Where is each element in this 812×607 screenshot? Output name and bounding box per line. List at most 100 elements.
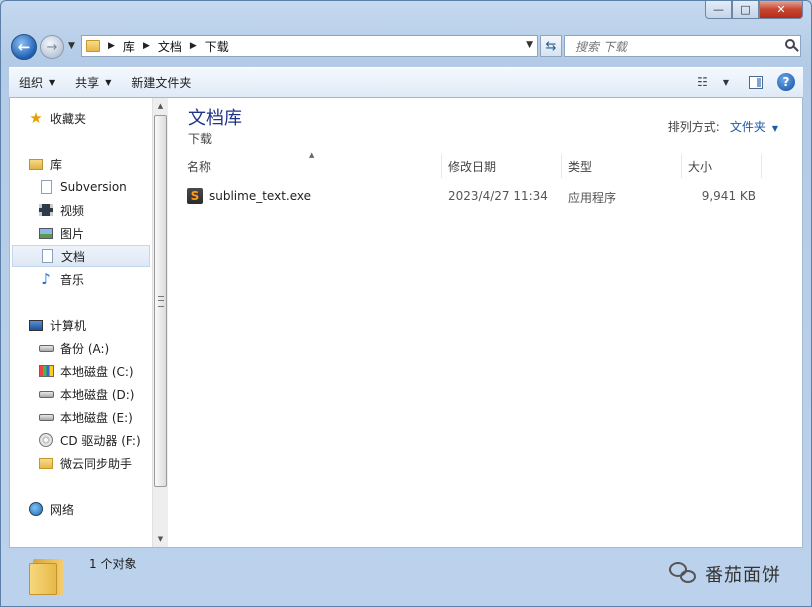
file-row[interactable]: S sublime_text.exe 2023/4/27 11:34 应用程序 …: [181, 185, 781, 207]
minimize-button[interactable]: —: [705, 1, 732, 19]
music-note-icon: ♪: [41, 270, 51, 288]
nav-videos[interactable]: 视频: [38, 199, 152, 221]
breadcrumb-documents[interactable]: 文档: [158, 38, 182, 55]
arrange-label: 排列方式:: [667, 120, 720, 134]
breadcrumb: ▶ 库 ▶ 文档 ▶ 下载: [100, 38, 229, 55]
nav-label: 库: [50, 157, 63, 172]
column-header-size[interactable]: 大小: [682, 154, 762, 178]
change-view-button[interactable]: ☷: [691, 71, 713, 93]
breadcrumb-downloads[interactable]: 下载: [205, 38, 229, 55]
drive-icon: [38, 340, 54, 356]
nav-pictures[interactable]: 图片: [38, 222, 152, 244]
file-modified: 2023/4/27 11:34: [448, 189, 548, 203]
drive-icon: [38, 386, 54, 402]
address-dropdown-icon[interactable]: ▼: [526, 40, 533, 50]
nav-subversion[interactable]: Subversion: [38, 176, 152, 198]
chevron-right-icon[interactable]: ▶: [143, 41, 150, 51]
chevron-down-icon: ▼: [105, 78, 112, 87]
library-title: 文档库: [188, 108, 242, 129]
nav-weiyun[interactable]: 微云同步助手: [38, 452, 152, 474]
chevron-right-icon[interactable]: ▶: [190, 41, 197, 51]
nav-computer[interactable]: 计算机: [28, 314, 152, 336]
nav-drive-d[interactable]: 本地磁盘 (D:): [38, 383, 152, 405]
help-icon: ?: [777, 73, 795, 91]
share-menu[interactable]: 共享 ▼: [65, 71, 121, 95]
explorer-window: — □ ✕ ← → ▼ ▶ 库 ▶ 文档 ▶ 下载 ▼ ⇆ 组织 ▼: [0, 0, 812, 607]
document-icon: [39, 248, 55, 264]
details-pane: 1 个对象 番茄面饼: [9, 549, 803, 601]
nav-label: 图片: [60, 226, 85, 241]
address-row: ← → ▼ ▶ 库 ▶ 文档 ▶ 下载 ▼ ⇆: [11, 33, 806, 61]
nav-label: 收藏夹: [50, 111, 87, 126]
breadcrumb-library[interactable]: 库: [123, 38, 135, 55]
column-header-modified[interactable]: 修改日期: [442, 154, 562, 178]
maximize-button[interactable]: □: [732, 1, 759, 19]
nav-drive-a[interactable]: 备份 (A:): [38, 337, 152, 359]
computer-icon: [28, 317, 44, 333]
nav-label: 本地磁盘 (C:): [60, 364, 134, 379]
nav-drive-c[interactable]: 本地磁盘 (C:): [38, 360, 152, 382]
column-label: 名称: [187, 159, 212, 174]
search-input[interactable]: [573, 37, 777, 57]
toolbar-right: ☷ ▼ ?: [683, 71, 797, 93]
scroll-up-arrow-icon[interactable]: ▲: [153, 98, 168, 114]
column-label: 类型: [568, 159, 593, 174]
library-subtitle: 下载: [188, 132, 213, 146]
library-icon: [28, 156, 44, 172]
view-options-dropdown[interactable]: ▼: [715, 71, 737, 93]
nav-libraries[interactable]: 库: [28, 153, 152, 175]
nav-label: 音乐: [60, 272, 85, 287]
nav-favorites[interactable]: ★ 收藏夹: [28, 107, 152, 129]
item-count: 1 个对象: [89, 557, 137, 571]
nav-label: CD 驱动器 (F:): [60, 433, 141, 448]
share-label: 共享: [75, 76, 100, 90]
nav-label: 备份 (A:): [60, 341, 110, 356]
star-icon: ★: [29, 109, 43, 127]
nav-label: 本地磁盘 (D:): [60, 387, 135, 402]
film-icon: [38, 202, 54, 218]
nav-drive-e[interactable]: 本地磁盘 (E:): [38, 406, 152, 428]
cloud-folder-icon: [38, 455, 54, 471]
arrange-value[interactable]: 文件夹: [730, 120, 766, 134]
back-button[interactable]: ←: [11, 34, 37, 60]
close-button[interactable]: ✕: [759, 1, 803, 19]
preview-pane-button[interactable]: [745, 71, 767, 93]
scroll-down-arrow-icon[interactable]: ▼: [153, 531, 168, 547]
chevron-down-icon[interactable]: ▼: [772, 124, 778, 133]
column-label: 大小: [688, 159, 713, 174]
column-header-type[interactable]: 类型: [562, 154, 682, 178]
recent-pages-dropdown[interactable]: ▼: [68, 41, 75, 51]
folder-icon: [86, 40, 100, 52]
search-box[interactable]: [564, 35, 801, 57]
forward-arrow-icon: →: [46, 39, 58, 55]
search-icon[interactable]: [785, 39, 795, 49]
new-folder-button[interactable]: 新建文件夹: [121, 71, 201, 95]
nav-scrollbar[interactable]: ▲ ▼: [152, 98, 168, 547]
nav-network[interactable]: 网络: [28, 498, 152, 520]
help-button[interactable]: ?: [775, 71, 797, 93]
forward-button[interactable]: →: [40, 35, 64, 59]
nav-label: Subversion: [60, 180, 127, 194]
column-header-name[interactable]: 名称: [181, 154, 442, 178]
nav-documents[interactable]: 文档: [12, 245, 150, 267]
command-bar: 组织 ▼ 共享 ▼ 新建文件夹 ☷ ▼ ?: [9, 67, 803, 98]
picture-icon: [38, 225, 54, 241]
grip-icon: [158, 296, 164, 307]
nav-music[interactable]: ♪ 音乐: [38, 268, 152, 290]
exe-icon: S: [187, 188, 203, 204]
drive-icon: [38, 409, 54, 425]
organize-menu[interactable]: 组织 ▼: [9, 71, 65, 95]
refresh-button[interactable]: ⇆: [540, 35, 562, 57]
nav-label: 视频: [60, 203, 85, 218]
address-bar[interactable]: ▶ 库 ▶ 文档 ▶ 下载 ▼: [81, 35, 538, 57]
chevron-right-icon[interactable]: ▶: [108, 41, 115, 51]
network-icon: [28, 501, 44, 517]
new-folder-label: 新建文件夹: [131, 76, 192, 90]
window-controls: — □ ✕: [705, 1, 803, 19]
main-area: ★ 收藏夹 库 Subversion 视频 图片 文档 ♪ 音乐 计算机 备份 …: [9, 97, 803, 548]
nav-cd-drive[interactable]: CD 驱动器 (F:): [38, 429, 152, 451]
scrollbar-thumb[interactable]: [154, 115, 167, 487]
organize-label: 组织: [19, 76, 44, 90]
navigation-pane: ★ 收藏夹 库 Subversion 视频 图片 文档 ♪ 音乐 计算机 备份 …: [10, 98, 152, 547]
file-name: sublime_text.exe: [209, 189, 311, 203]
